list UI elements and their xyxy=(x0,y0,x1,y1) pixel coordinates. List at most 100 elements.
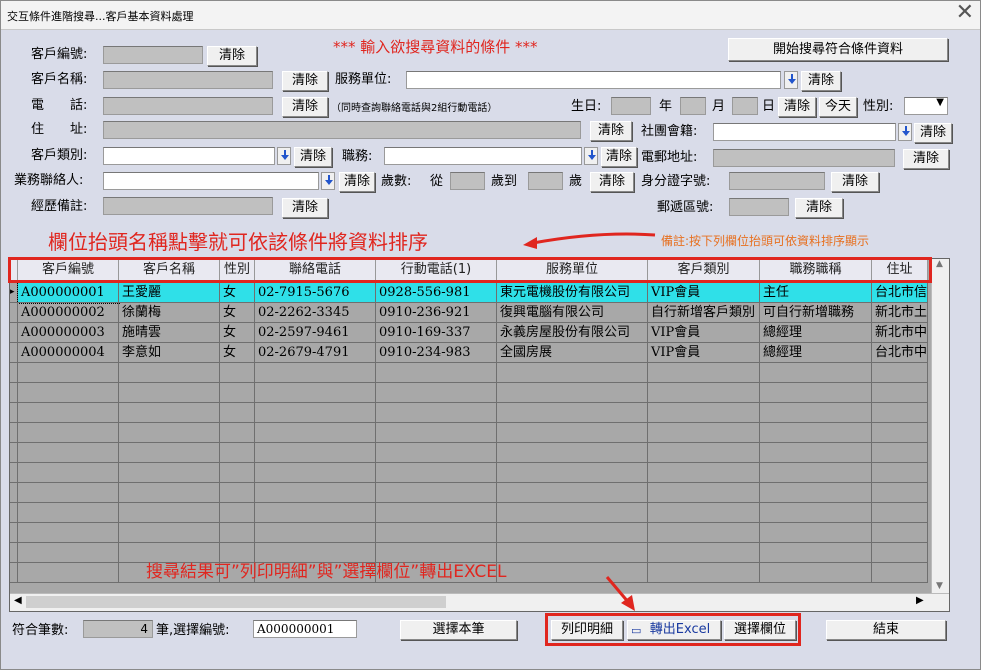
empty-cell[interactable] xyxy=(119,403,220,423)
empty-cell[interactable] xyxy=(760,443,872,463)
empty-cell[interactable] xyxy=(18,543,119,563)
clear-age-button[interactable]: 清除 xyxy=(590,172,634,192)
service-unit-input[interactable] xyxy=(406,71,781,89)
table-cell[interactable]: 女 xyxy=(220,303,255,323)
empty-cell[interactable] xyxy=(18,523,119,543)
empty-cell[interactable] xyxy=(497,363,648,383)
clear-service-unit-button[interactable]: 清除 xyxy=(801,71,841,91)
table-cell[interactable]: A000000002 xyxy=(18,303,119,323)
empty-cell[interactable] xyxy=(220,503,255,523)
row-selector[interactable]: ▸ xyxy=(10,283,18,303)
empty-cell[interactable] xyxy=(648,503,760,523)
empty-cell[interactable] xyxy=(18,563,119,583)
table-cell[interactable]: 台北市中 xyxy=(872,343,928,363)
row-selector[interactable] xyxy=(10,383,18,403)
table-cell[interactable]: 新北市中 xyxy=(872,323,928,343)
empty-cell[interactable] xyxy=(376,423,497,443)
empty-cell[interactable] xyxy=(220,523,255,543)
empty-cell[interactable] xyxy=(18,403,119,423)
empty-cell[interactable] xyxy=(255,383,376,403)
empty-cell[interactable] xyxy=(872,403,928,423)
empty-cell[interactable] xyxy=(220,483,255,503)
empty-cell[interactable] xyxy=(18,363,119,383)
empty-cell[interactable] xyxy=(760,363,872,383)
empty-cell[interactable] xyxy=(648,563,760,583)
table-cell[interactable]: 施晴雲 xyxy=(119,323,220,343)
empty-cell[interactable] xyxy=(18,423,119,443)
row-selector[interactable] xyxy=(10,423,18,443)
customer-no-input[interactable] xyxy=(103,46,203,64)
customer-type-input[interactable] xyxy=(103,147,275,165)
table-cell[interactable]: VIP會員 xyxy=(648,323,760,343)
empty-cell[interactable] xyxy=(497,483,648,503)
scroll-up-icon[interactable]: ▲ xyxy=(936,259,943,269)
table-cell[interactable]: 東元電機股份有限公司 xyxy=(497,283,648,303)
end-button[interactable]: 結束 xyxy=(826,620,946,640)
empty-cell[interactable] xyxy=(760,563,872,583)
empty-cell[interactable] xyxy=(497,423,648,443)
today-button[interactable]: 今天 xyxy=(819,97,857,117)
empty-cell[interactable] xyxy=(497,503,648,523)
empty-cell[interactable] xyxy=(18,503,119,523)
empty-cell[interactable] xyxy=(648,423,760,443)
club-dropdown-icon[interactable] xyxy=(898,123,912,141)
empty-cell[interactable] xyxy=(872,463,928,483)
empty-cell[interactable] xyxy=(255,443,376,463)
empty-cell[interactable] xyxy=(872,423,928,443)
table-cell[interactable]: 王愛麗 xyxy=(119,283,220,303)
empty-cell[interactable] xyxy=(255,523,376,543)
empty-cell[interactable] xyxy=(760,463,872,483)
empty-cell[interactable] xyxy=(497,403,648,423)
row-selector[interactable] xyxy=(10,343,18,363)
row-selector[interactable] xyxy=(10,543,18,563)
table-cell[interactable]: VIP會員 xyxy=(648,343,760,363)
table-cell[interactable]: 女 xyxy=(220,343,255,363)
empty-cell[interactable] xyxy=(255,363,376,383)
table-cell[interactable]: 可自行新增職務 xyxy=(760,303,872,323)
row-selector[interactable] xyxy=(10,303,18,323)
table-cell[interactable]: VIP會員 xyxy=(648,283,760,303)
select-record-button[interactable]: 選擇本筆 xyxy=(400,620,517,640)
scroll-thumb[interactable] xyxy=(26,596,446,608)
empty-cell[interactable] xyxy=(255,503,376,523)
table-cell[interactable]: 新北市土 xyxy=(872,303,928,323)
sales-contact-dropdown-icon[interactable] xyxy=(321,172,335,190)
vertical-scrollbar[interactable]: ▲ ▼ xyxy=(931,259,949,595)
table-cell[interactable]: 女 xyxy=(220,283,255,303)
clear-phone-button[interactable]: 清除 xyxy=(282,97,328,117)
empty-cell[interactable] xyxy=(872,563,928,583)
empty-cell[interactable] xyxy=(18,463,119,483)
customer-name-input[interactable] xyxy=(103,71,273,89)
empty-cell[interactable] xyxy=(376,503,497,523)
service-unit-dropdown-icon[interactable] xyxy=(784,71,798,89)
export-excel-button[interactable]: ▭ 轉出Excel xyxy=(627,620,721,640)
empty-cell[interactable] xyxy=(872,443,928,463)
row-selector[interactable] xyxy=(10,323,18,343)
scroll-down-icon[interactable]: ▼ xyxy=(936,581,943,591)
empty-cell[interactable] xyxy=(497,463,648,483)
table-cell[interactable]: 02-2262-3345 xyxy=(255,303,376,323)
phone-input[interactable] xyxy=(103,97,273,115)
empty-cell[interactable] xyxy=(119,503,220,523)
empty-cell[interactable] xyxy=(220,383,255,403)
birth-day-input[interactable] xyxy=(732,97,758,115)
empty-cell[interactable] xyxy=(648,523,760,543)
empty-cell[interactable] xyxy=(497,543,648,563)
address-input[interactable] xyxy=(103,121,581,139)
email-input[interactable] xyxy=(713,149,895,167)
row-selector[interactable] xyxy=(10,483,18,503)
empty-cell[interactable] xyxy=(220,443,255,463)
empty-cell[interactable] xyxy=(648,363,760,383)
empty-cell[interactable] xyxy=(872,363,928,383)
empty-cell[interactable] xyxy=(648,463,760,483)
empty-cell[interactable] xyxy=(220,423,255,443)
empty-cell[interactable] xyxy=(760,503,872,523)
table-cell[interactable]: 復興電腦有限公司 xyxy=(497,303,648,323)
scroll-left-icon[interactable]: ◀ xyxy=(14,595,22,606)
table-cell[interactable]: 0910-234-983 xyxy=(376,343,497,363)
table-cell[interactable]: 0910-236-921 xyxy=(376,303,497,323)
empty-cell[interactable] xyxy=(872,483,928,503)
empty-cell[interactable] xyxy=(497,523,648,543)
empty-cell[interactable] xyxy=(760,403,872,423)
id-no-input[interactable] xyxy=(729,172,825,190)
